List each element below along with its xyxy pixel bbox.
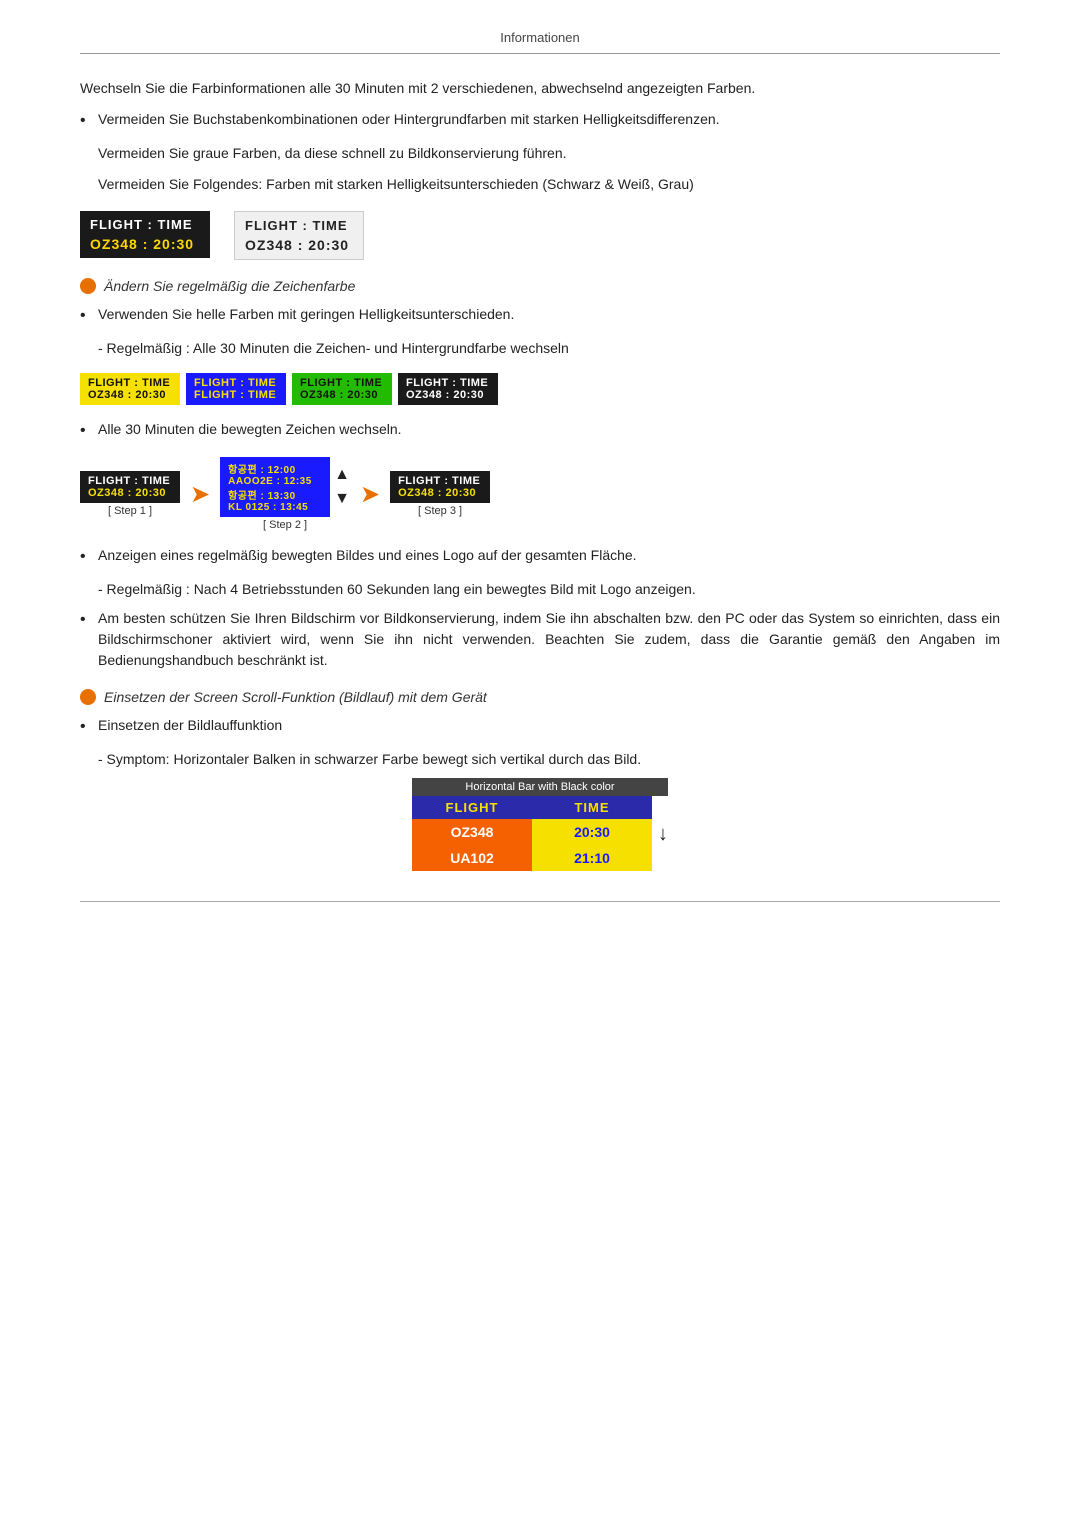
- cb1-row2: OZ348 : 20:30: [88, 389, 172, 401]
- hbar-cell-ua102: UA102: [412, 845, 532, 871]
- section-heading-1: Ändern Sie regelmäßig die Zeichenfarbe: [80, 278, 1000, 294]
- list-item-4: • Anzeigen eines regelmäßig bewegten Bil…: [80, 545, 1000, 569]
- step2-row1: 항공편 : 12:00: [228, 461, 322, 476]
- hbar-header-time: TIME: [532, 796, 652, 819]
- hbar-title: Horizontal Bar with Black color: [412, 778, 668, 796]
- list-content-1: Vermeiden Sie Buchstabenkombinationen od…: [98, 109, 1000, 130]
- para-gray: Vermeiden Sie graue Farben, da diese sch…: [98, 143, 1000, 164]
- cb3-row1: FLIGHT : TIME: [300, 377, 384, 389]
- flight-box-dark: FLIGHT : TIME OZ348 : 20:30: [80, 211, 210, 258]
- step3-row2: OZ348 : 20:30: [398, 487, 482, 499]
- step1-container: FLIGHT : TIME OZ348 : 20:30 [ Step 1 ]: [80, 471, 180, 517]
- orange-circle-icon-2: [80, 689, 96, 705]
- step2-box: 항공편 : 12:00 AAOO2E : 12:35 항공편 : 13:30 K…: [220, 457, 330, 517]
- step1-box: FLIGHT : TIME OZ348 : 20:30: [80, 471, 180, 503]
- step3-label: [ Step 3 ]: [418, 505, 462, 517]
- step1-row1: FLIGHT : TIME: [88, 475, 172, 487]
- section-heading-2: Einsetzen der Screen Scroll-Funktion (Bi…: [80, 689, 1000, 705]
- list-content-4: Anzeigen eines regelmäßig bewegten Bilde…: [98, 545, 1000, 566]
- step2-row3: 항공편 : 13:30: [228, 487, 322, 502]
- page-header: Informationen: [80, 30, 1000, 54]
- arrow-up-icon: ▲: [334, 466, 350, 484]
- list-content-2: Verwenden Sie helle Farben mit geringen …: [98, 304, 1000, 325]
- bullet-6: •: [80, 715, 98, 739]
- intro-paragraph: Wechseln Sie die Farbinformationen alle …: [80, 78, 1000, 99]
- list-item-2: • Verwenden Sie helle Farben mit geringe…: [80, 304, 1000, 328]
- hbar-container: Horizontal Bar with Black color FLIGHT T…: [412, 778, 668, 871]
- step2-arrows: ▲ ▼: [334, 466, 350, 508]
- flight-box-light: FLIGHT : TIME OZ348 : 20:30: [234, 211, 364, 260]
- step3-box: FLIGHT : TIME OZ348 : 20:30: [390, 471, 490, 503]
- flight-dark-row2: OZ348 : 20:30: [90, 236, 200, 252]
- list-item-6: • Einsetzen der Bildlauffunktion: [80, 715, 1000, 739]
- step1-row2: OZ348 : 20:30: [88, 487, 172, 499]
- cb1-row1: FLIGHT : TIME: [88, 377, 172, 389]
- sub-note-2: - Regelmäßig : Nach 4 Betriebsstunden 60…: [98, 579, 1000, 600]
- hbar-cell-2110: 21:10: [532, 845, 652, 871]
- list-item-3: • Alle 30 Minuten die bewegten Zeichen w…: [80, 419, 1000, 443]
- cb2-row1: FLIGHT : TIME: [194, 377, 278, 389]
- list-item-1: • Vermeiden Sie Buchstabenkombinationen …: [80, 109, 1000, 133]
- step3-container: FLIGHT : TIME OZ348 : 20:30 [ Step 3 ]: [390, 471, 490, 517]
- hbar-down-arrow-icon: ↓: [658, 824, 668, 844]
- color-demo-row: FLIGHT : TIME OZ348 : 20:30 FLIGHT : TIM…: [80, 373, 1000, 405]
- hbar-row-1: OZ348 20:30: [412, 819, 652, 845]
- list-content-6: Einsetzen der Bildlauffunktion: [98, 715, 1000, 736]
- hbar-header-flight: FLIGHT: [412, 796, 532, 819]
- color-box-3: FLIGHT : TIME OZ348 : 20:30: [292, 373, 392, 405]
- hbar-row-2: UA102 21:10: [412, 845, 652, 871]
- step2-row4: KL 0125 : 13:45: [228, 502, 322, 513]
- hbar-wrapper: Horizontal Bar with Black color FLIGHT T…: [80, 778, 1000, 871]
- sub-note-3: - Symptom: Horizontaler Balken in schwar…: [98, 749, 1000, 770]
- color-box-1: FLIGHT : TIME OZ348 : 20:30: [80, 373, 180, 405]
- hbar-header-row: FLIGHT TIME: [412, 796, 652, 819]
- bullet-1: •: [80, 109, 98, 133]
- section-heading-label-1: Ändern Sie regelmäßig die Zeichenfarbe: [104, 278, 355, 294]
- para-avoid: Vermeiden Sie Folgendes: Farben mit star…: [98, 174, 1000, 195]
- sub-note-1: - Regelmäßig : Alle 30 Minuten die Zeich…: [98, 338, 1000, 359]
- bullet-2: •: [80, 304, 98, 328]
- arrow-down-icon: ▼: [334, 490, 350, 508]
- hbar-table: FLIGHT TIME OZ348 20:30 UA102 21:10: [412, 796, 652, 871]
- cb4-row1: FLIGHT : TIME: [406, 377, 490, 389]
- step2-row2: AAOO2E : 12:35: [228, 476, 322, 487]
- cb2-row2: FLIGHT : TIME: [194, 389, 278, 401]
- section-heading-label-2: Einsetzen der Screen Scroll-Funktion (Bi…: [104, 689, 487, 705]
- list-content-5: Am besten schützen Sie Ihren Bildschirm …: [98, 608, 1000, 671]
- flight-demo-row-1: FLIGHT : TIME OZ348 : 20:30 FLIGHT : TIM…: [80, 211, 1000, 260]
- step1-label: [ Step 1 ]: [108, 505, 152, 517]
- page-divider: [80, 901, 1000, 902]
- step2-label: [ Step 2 ]: [263, 519, 307, 531]
- bullet-4: •: [80, 545, 98, 569]
- list-content-3: Alle 30 Minuten die bewegten Zeichen wec…: [98, 419, 1000, 440]
- flight-light-row2: OZ348 : 20:30: [245, 237, 353, 253]
- cb4-row2: OZ348 : 20:30: [406, 389, 490, 401]
- step3-row1: FLIGHT : TIME: [398, 475, 482, 487]
- page: Informationen Wechseln Sie die Farbinfor…: [0, 0, 1080, 962]
- step-diagram-row: FLIGHT : TIME OZ348 : 20:30 [ Step 1 ] ➤…: [80, 457, 1000, 531]
- list-item-5: • Am besten schützen Sie Ihren Bildschir…: [80, 608, 1000, 671]
- page-title: Informationen: [500, 30, 580, 45]
- hbar-cell-2030: 20:30: [532, 819, 652, 845]
- bullet-5: •: [80, 608, 98, 632]
- flight-light-row1: FLIGHT : TIME: [245, 218, 353, 233]
- color-box-2: FLIGHT : TIME FLIGHT : TIME: [186, 373, 286, 405]
- hbar-cell-oz348: OZ348: [412, 819, 532, 845]
- arrow-icon-2: ➤: [360, 480, 380, 509]
- flight-dark-row1: FLIGHT : TIME: [90, 217, 200, 232]
- arrow-icon-1: ➤: [190, 480, 210, 509]
- step2-container: 항공편 : 12:00 AAOO2E : 12:35 항공편 : 13:30 K…: [220, 457, 350, 531]
- bullet-3: •: [80, 419, 98, 443]
- hbar-arrow-area: ↓: [652, 796, 668, 871]
- color-box-4: FLIGHT : TIME OZ348 : 20:30: [398, 373, 498, 405]
- orange-circle-icon: [80, 278, 96, 294]
- cb3-row2: OZ348 : 20:30: [300, 389, 384, 401]
